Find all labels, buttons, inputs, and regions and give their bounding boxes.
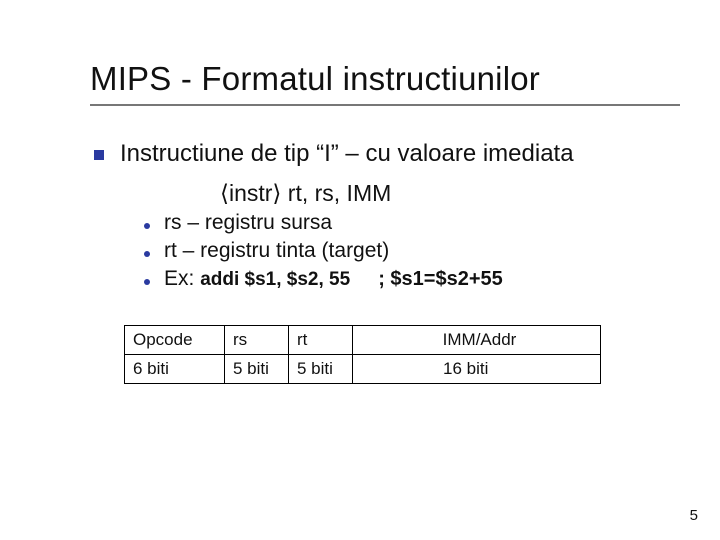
level2-text-rs: rs – registru sursa (164, 211, 332, 235)
bullet-level2: rt – registru tinta (target) (144, 239, 680, 263)
th-rt: rt (289, 326, 353, 355)
example-label: Ex: (164, 267, 200, 290)
level2-text-example: Ex: addi $s1, $s2, 55 ; $s1=$s2+55 (164, 267, 503, 291)
dot-bullet-icon (144, 279, 150, 285)
instruction-format-table: Opcode rs rt IMM/Addr 6 biti 5 biti 5 bi… (124, 325, 680, 384)
bullet-level2: rs – registru sursa (144, 211, 680, 235)
bullet-level1: Instructiune de tip “I” – cu valoare ime… (94, 140, 680, 168)
bullet-level2: Ex: addi $s1, $s2, 55 ; $s1=$s2+55 (144, 267, 680, 291)
table-row: 6 biti 5 biti 5 biti 16 biti (125, 355, 601, 384)
square-bullet-icon (94, 150, 104, 160)
level2-text-rt: rt – registru tinta (target) (164, 239, 389, 263)
td-rs-bits: 5 biti (225, 355, 289, 384)
example-code: addi $s1, $s2, 55 (200, 269, 350, 290)
th-rs: rs (225, 326, 289, 355)
dot-bullet-icon (144, 251, 150, 257)
page-number: 5 (690, 507, 698, 524)
td-opcode-bits: 6 biti (125, 355, 225, 384)
td-rt-bits: 5 biti (289, 355, 353, 384)
instruction-syntax: ⟨instr⟩ rt, rs, IMM (220, 180, 680, 207)
table-row: Opcode rs rt IMM/Addr (125, 326, 601, 355)
slide-title: MIPS - Formatul instructiunilor (90, 60, 680, 106)
slide: MIPS - Formatul instructiunilor Instruct… (0, 0, 720, 540)
th-opcode: Opcode (125, 326, 225, 355)
level1-text: Instructiune de tip “I” – cu valoare ime… (120, 140, 574, 168)
th-imm: IMM/Addr (353, 326, 601, 355)
dot-bullet-icon (144, 223, 150, 229)
td-imm-bits: 16 biti (353, 355, 601, 384)
example-comment: ; $s1=$s2+55 (378, 268, 503, 290)
